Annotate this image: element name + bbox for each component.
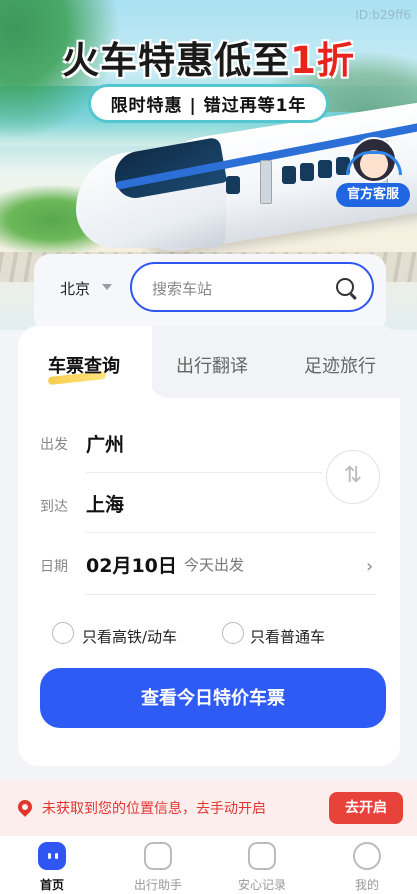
nav-label: 出行助手	[133, 878, 182, 892]
enable-location-button[interactable]: 去开启	[329, 792, 403, 824]
date-value[interactable]: 02月10日	[86, 551, 177, 578]
search-input[interactable]: 搜索车站	[130, 262, 374, 312]
watermark: ID:b29ff6	[355, 8, 411, 22]
from-station[interactable]: 广州	[86, 430, 124, 457]
promo-title-highlight: 1折	[290, 39, 355, 82]
chart-icon	[144, 842, 172, 870]
station-search-bar: 北京 搜索车站	[34, 254, 386, 334]
tab-travel-translate[interactable]: 出行翻译	[176, 352, 248, 378]
swap-stations-icon[interactable]: ⇅	[326, 450, 380, 504]
location-message: 未获取到您的位置信息，去手动开启	[42, 801, 266, 817]
date-label: 日期	[40, 559, 68, 575]
tab-bar: 车票查询 出行翻译 足迹旅行	[18, 326, 400, 398]
nav-label: 首页	[39, 878, 64, 892]
briefcase-icon	[248, 842, 276, 870]
nav-label: 我的	[354, 878, 379, 892]
divider	[86, 594, 376, 595]
promo-title: 火车特惠低至1折	[62, 39, 355, 82]
location-permission-banner: 未获取到您的位置信息，去手动开启 去开启	[0, 780, 417, 836]
customer-service-label: 官方客服	[336, 183, 410, 207]
home-icon	[38, 842, 66, 870]
user-icon	[353, 842, 381, 870]
from-label: 出发	[40, 437, 68, 453]
nav-label: 安心记录	[237, 878, 286, 892]
nav-item-profile[interactable]: 我的	[327, 842, 407, 893]
highspeed-only-label[interactable]: 只看高铁/动车	[82, 626, 177, 647]
location-pin-icon	[15, 797, 35, 817]
to-station[interactable]: 上海	[86, 490, 124, 517]
chevron-right-icon[interactable]: ›	[366, 556, 373, 577]
promo-subtitle: 限时特惠 | 错过再等1年	[87, 84, 330, 123]
search-tickets-button[interactable]: 查看今日特价车票	[40, 668, 386, 728]
caret-down-icon[interactable]	[102, 284, 112, 290]
nav-item-records[interactable]: 安心记录	[222, 842, 302, 893]
bottom-navigation: 首页 出行助手 安心记录 我的	[0, 836, 417, 894]
to-label: 到达	[40, 499, 68, 515]
nav-item-travel-assistant[interactable]: 出行助手	[118, 842, 198, 893]
divider	[86, 472, 322, 473]
normal-only-label[interactable]: 只看普通车	[250, 626, 325, 647]
tab-ticket-query[interactable]: 车票查询	[48, 352, 120, 378]
search-placeholder: 搜索车站	[152, 280, 213, 298]
tab-footprint-travel[interactable]: 足迹旅行	[304, 352, 376, 378]
nav-item-home[interactable]: 首页	[12, 842, 92, 893]
divider	[86, 532, 376, 533]
city-selector[interactable]: 北京	[60, 278, 90, 299]
ticket-query-card: 车票查询 出行翻译 足迹旅行 出发 广州 到达 上海 ⇅ 日期 02月10日 今…	[18, 326, 400, 766]
customer-service-button[interactable]: 官方客服	[336, 137, 410, 209]
date-hint: 今天出发	[184, 556, 245, 574]
normal-only-checkbox[interactable]	[222, 622, 244, 644]
search-icon[interactable]	[336, 278, 354, 296]
highspeed-only-checkbox[interactable]	[52, 622, 74, 644]
